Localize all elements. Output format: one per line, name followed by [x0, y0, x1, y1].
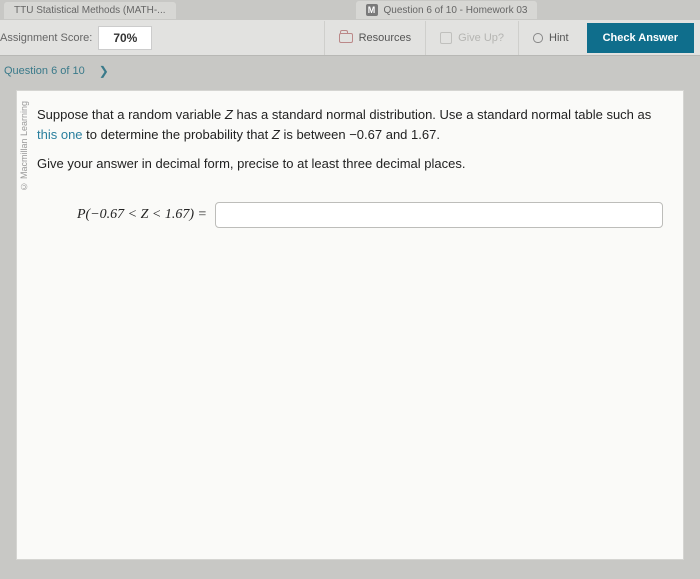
check-answer-button[interactable]: Check Answer: [587, 23, 694, 53]
score-value: 70%: [98, 26, 152, 50]
question-counter: Question 6 of 10: [4, 65, 85, 77]
resources-button[interactable]: Resources: [324, 21, 426, 55]
answer-row: P(−0.67 < Z < 1.67) =: [37, 202, 663, 228]
browser-tabbar: TTU Statistical Methods (MATH-... M Ques…: [0, 0, 700, 20]
score-label: Assignment Score:: [0, 32, 98, 44]
copyright-text: © Macmillan Learning: [17, 91, 31, 202]
hint-button[interactable]: Hint: [518, 21, 583, 55]
browser-tab-left[interactable]: TTU Statistical Methods (MATH-...: [4, 2, 176, 19]
question-nav: Question 6 of 10 ❯: [0, 56, 700, 86]
question-body: Suppose that a random variable Z has a s…: [31, 91, 683, 559]
score-display: Assignment Score: 70%: [0, 26, 152, 50]
give-up-button: Give Up?: [425, 21, 518, 55]
tab-title: Question 6 of 10 - Homework 03: [384, 5, 528, 16]
assignment-toolbar: Assignment Score: 70% Resources Give Up?…: [0, 20, 700, 56]
answer-label: P(−0.67 < Z < 1.67) =: [77, 204, 207, 225]
giveup-icon: [440, 32, 452, 44]
question-paragraph-2: Give your answer in decimal form, precis…: [37, 154, 663, 174]
normal-table-link[interactable]: this one: [37, 127, 83, 142]
hint-label: Hint: [549, 32, 569, 44]
next-question-chevron[interactable]: ❯: [99, 64, 109, 78]
folder-icon: [339, 33, 353, 43]
lightbulb-icon: [533, 33, 543, 43]
macmillan-icon: M: [366, 4, 378, 16]
resources-label: Resources: [359, 32, 412, 44]
question-paragraph-1: Suppose that a random variable Z has a s…: [37, 105, 663, 144]
give-up-label: Give Up?: [458, 32, 504, 44]
answer-input[interactable]: [215, 202, 663, 228]
question-content: © Macmillan Learning Suppose that a rand…: [16, 90, 684, 560]
browser-tab-right[interactable]: M Question 6 of 10 - Homework 03: [356, 1, 538, 19]
